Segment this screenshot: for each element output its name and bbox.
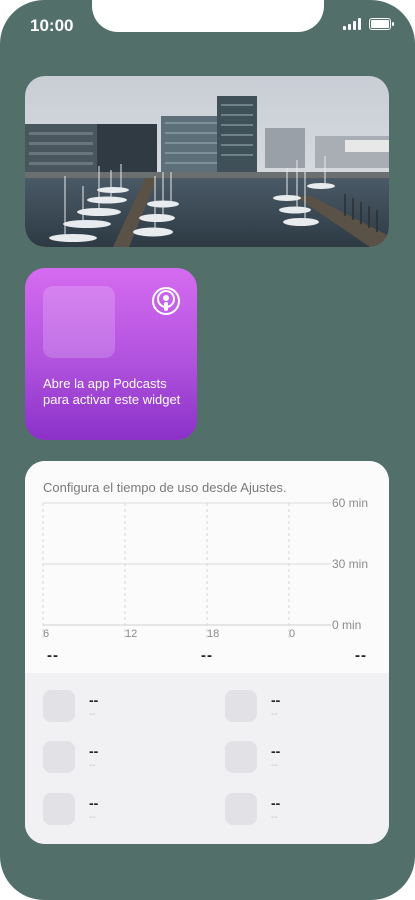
y-tick-label: 60 min	[332, 496, 368, 510]
app-usage-item: -- --	[43, 741, 203, 777]
app-icon-placeholder	[43, 690, 75, 722]
status-time: 10:00	[30, 16, 74, 35]
harbor-marina-photo	[25, 76, 389, 247]
app-icon-placeholder	[225, 741, 257, 773]
app-usage-item: -- --	[43, 690, 203, 726]
app-usage-sub: --	[89, 709, 96, 720]
usage-chart: 60 min 30 min 0 min 6 12 18 0	[42, 496, 368, 640]
app-usage-value: --	[271, 692, 281, 708]
x-tick-label: 6	[43, 628, 49, 640]
app-usage-sub: --	[271, 812, 278, 823]
screen-time-chart-section: Configura el tiempo de uso desde Ajustes…	[25, 461, 389, 673]
app-usage-list: -- -- -- -- -- -- -- -- -- -- -- --	[25, 673, 389, 844]
podcast-artwork-placeholder	[43, 286, 115, 358]
photos-widget[interactable]	[25, 76, 389, 247]
app-icon-placeholder	[225, 793, 257, 825]
y-tick-label: 0 min	[332, 618, 361, 632]
status-icons	[343, 18, 394, 30]
app-usage-value: --	[271, 795, 281, 811]
x-tick-label: 18	[207, 628, 219, 640]
app-icon-placeholder	[43, 793, 75, 825]
device-notch	[92, 0, 324, 32]
home-screen: 10:00 Abre la app Podcasts para activar …	[0, 0, 415, 900]
app-usage-item: -- --	[225, 741, 385, 777]
app-usage-value: --	[89, 795, 99, 811]
app-icon-placeholder	[43, 741, 75, 773]
summary-value: --	[201, 647, 213, 664]
app-usage-value: --	[89, 692, 99, 708]
cellular-signal-icon	[343, 18, 361, 30]
app-usage-value: --	[89, 743, 99, 759]
app-icon-placeholder	[225, 690, 257, 722]
app-usage-sub: --	[271, 760, 278, 771]
summary-value: --	[355, 647, 367, 664]
app-usage-value: --	[271, 743, 281, 759]
app-usage-item: -- --	[43, 793, 203, 829]
battery-icon	[369, 18, 394, 30]
app-usage-item: -- --	[225, 690, 385, 726]
podcasts-widget[interactable]: Abre la app Podcasts para activar este w…	[25, 268, 197, 440]
podcasts-widget-message: Abre la app Podcasts para activar este w…	[43, 376, 181, 407]
app-usage-sub: --	[89, 812, 96, 823]
podcasts-icon	[152, 287, 180, 315]
app-usage-item: -- --	[225, 793, 385, 829]
summary-value: --	[47, 647, 59, 664]
screen-time-widget[interactable]: Configura el tiempo de uso desde Ajustes…	[25, 461, 389, 844]
app-usage-sub: --	[271, 709, 278, 720]
app-usage-sub: --	[89, 760, 96, 771]
x-tick-label: 12	[125, 628, 137, 640]
y-tick-label: 30 min	[332, 557, 368, 571]
x-tick-label: 0	[289, 628, 295, 640]
